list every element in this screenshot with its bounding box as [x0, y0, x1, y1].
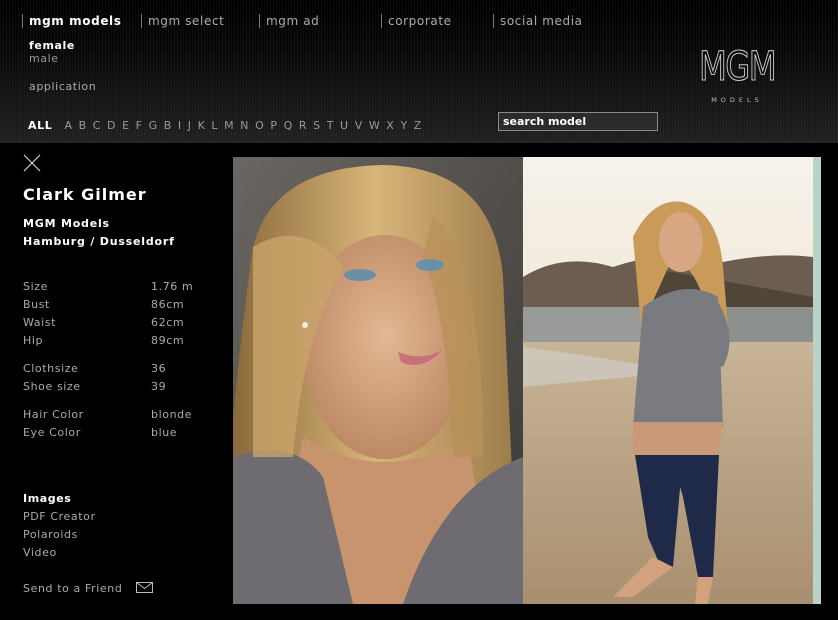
nav-item-mgm-ad[interactable]: mgm ad [259, 14, 319, 28]
alphabet-all[interactable]: ALL [28, 119, 52, 132]
alphabet-letter[interactable]: S [313, 119, 321, 132]
alphabet-letter[interactable]: F [136, 119, 143, 132]
stat-value: 1.76 m [151, 280, 194, 293]
stat-size: Size 1.76 m [23, 280, 223, 294]
alphabet-letter[interactable]: T [327, 119, 334, 132]
logo-brand-text: MGM [699, 44, 775, 90]
alphabet-letter[interactable]: V [355, 119, 363, 132]
alphabet-letter[interactable]: I [178, 119, 182, 132]
send-to-friend-link[interactable]: Send to a Friend [23, 582, 122, 595]
stat-clothsize: Clothsize 36 [23, 362, 223, 376]
stat-label: Hair Color [23, 408, 84, 421]
model-portrait-photo[interactable] [233, 157, 523, 604]
stat-label: Hip [23, 334, 44, 347]
video-link[interactable]: Video [23, 546, 57, 559]
nav-item-mgm-models[interactable]: mgm models [22, 14, 122, 28]
header-divider [22, 142, 822, 143]
stat-value: 89cm [151, 334, 185, 347]
alphabet-filter: ALL ABCDEFGBIJKLMNOPQRSTUVWXYZ [28, 119, 428, 133]
close-icon[interactable] [22, 153, 42, 173]
model-name: Clark Gilmer [23, 185, 147, 204]
alphabet-letter[interactable]: E [122, 119, 130, 132]
alphabet-letter[interactable]: B [79, 119, 87, 132]
subnav-male[interactable]: male [29, 52, 59, 65]
subnav-male-wrap: male [29, 52, 59, 65]
polaroids-link[interactable]: Polaroids [23, 528, 78, 541]
stat-label: Bust [23, 298, 50, 311]
subnav-application[interactable]: application [29, 80, 96, 93]
alphabet-letter[interactable]: O [255, 119, 264, 132]
agency-name: MGM Models [23, 217, 110, 230]
alphabet-letter[interactable]: W [369, 119, 380, 132]
alphabet-letter[interactable]: X [386, 119, 394, 132]
stat-label: Eye Color [23, 426, 81, 439]
alphabet-letter[interactable]: N [240, 119, 249, 132]
model-beach-photo[interactable] [523, 157, 813, 604]
images-section-title: Images [23, 492, 72, 505]
alphabet-letter[interactable]: L [211, 119, 218, 132]
stat-eye-color: Eye Color blue [23, 426, 223, 440]
alphabet-letter[interactable]: M [224, 119, 234, 132]
alphabet-letter[interactable]: D [107, 119, 116, 132]
envelope-icon[interactable] [136, 582, 153, 593]
stat-shoe-size: Shoe size 39 [23, 380, 223, 394]
subnav-female-wrap: female [29, 39, 75, 52]
nav-item-mgm-select[interactable]: mgm select [141, 14, 224, 28]
stat-label: Clothsize [23, 362, 79, 375]
alphabet-letter[interactable]: G [149, 119, 158, 132]
gallery-scroll-strip[interactable] [813, 157, 821, 604]
stat-label: Size [23, 280, 48, 293]
alphabet-letter[interactable]: B [164, 119, 172, 132]
stat-bust: Bust 86cm [23, 298, 223, 312]
stat-waist: Waist 62cm [23, 316, 223, 330]
stat-label: Shoe size [23, 380, 81, 393]
alphabet-letter[interactable]: Y [400, 119, 407, 132]
subnav-female[interactable]: female [29, 39, 75, 52]
stat-value: 39 [151, 380, 167, 393]
alphabet-letter[interactable]: Q [284, 119, 293, 132]
stat-hair-color: Hair Color blonde [23, 408, 223, 422]
logo-tagline: MODELS [711, 96, 763, 104]
alphabet-letter[interactable]: C [93, 119, 101, 132]
alphabet-letter[interactable]: Z [414, 119, 422, 132]
alphabet-letter[interactable]: J [188, 119, 192, 132]
stat-hip: Hip 89cm [23, 334, 223, 348]
alphabet-letter[interactable]: A [64, 119, 72, 132]
nav-item-corporate[interactable]: corporate [381, 14, 452, 28]
stat-value: blue [151, 426, 178, 439]
alphabet-letter[interactable]: P [270, 119, 277, 132]
alphabet-letter[interactable]: R [299, 119, 307, 132]
mgm-logo: MGM MODELS [698, 43, 776, 104]
alphabet-letter[interactable]: U [340, 119, 349, 132]
stat-value: 36 [151, 362, 167, 375]
subnav-application-wrap: application [29, 80, 96, 93]
stat-value: blonde [151, 408, 193, 421]
stat-value: 62cm [151, 316, 185, 329]
alphabet-letter[interactable]: K [198, 119, 206, 132]
nav-item-social-media[interactable]: social media [493, 14, 583, 28]
search-model-input[interactable] [498, 112, 658, 131]
stat-value: 86cm [151, 298, 185, 311]
pdf-creator-link[interactable]: PDF Creator [23, 510, 96, 523]
stat-label: Waist [23, 316, 57, 329]
agency-location: Hamburg / Dusseldorf [23, 235, 175, 248]
